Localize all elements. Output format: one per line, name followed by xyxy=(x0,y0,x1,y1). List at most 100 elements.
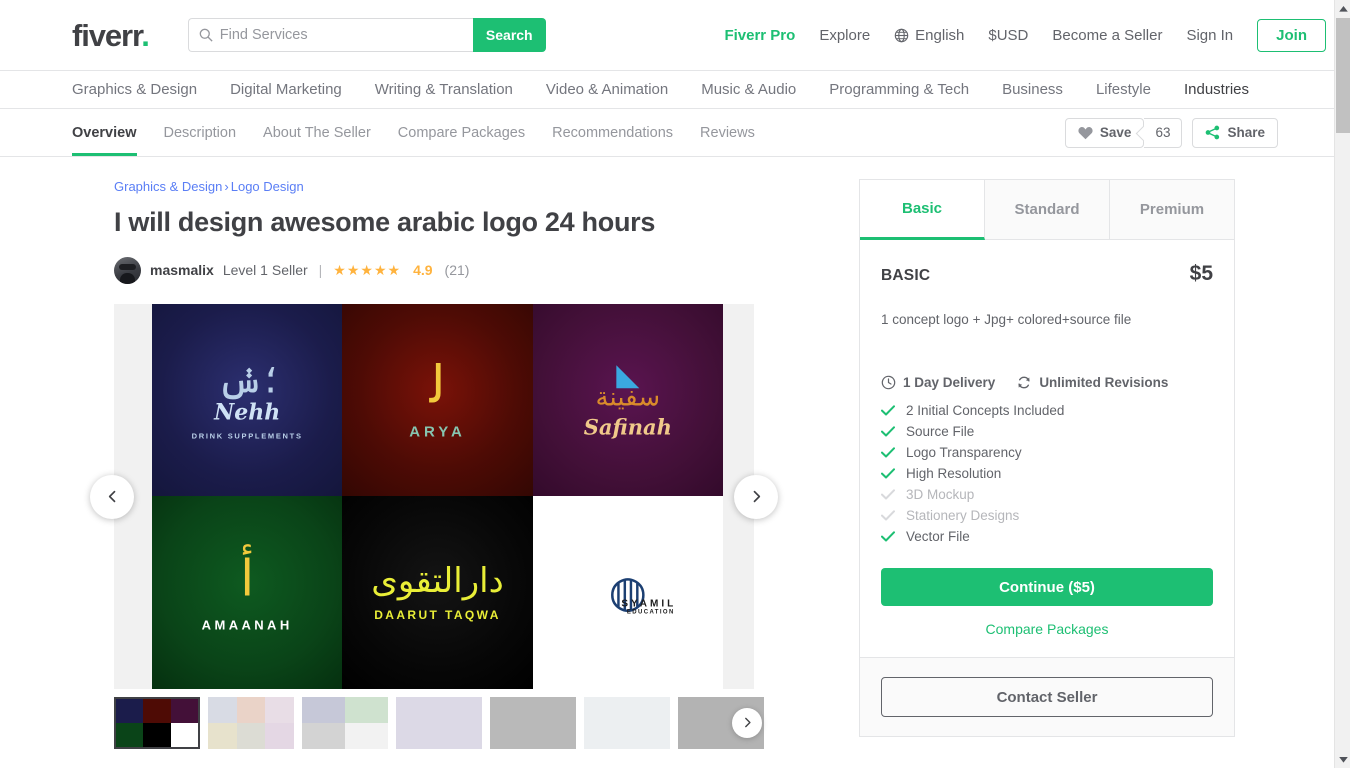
scrollbar-up-arrow[interactable] xyxy=(1335,0,1350,17)
share-icon xyxy=(1206,125,1220,140)
header-link-become-a-seller[interactable]: Become a Seller xyxy=(1052,27,1162,44)
page-title: I will design awesome arabic logo 24 hou… xyxy=(114,207,656,237)
breadcrumb-subcategory[interactable]: Logo Design xyxy=(231,179,304,194)
tab-recommendations[interactable]: Recommendations xyxy=(552,109,673,156)
seller-level: Level 1 Seller xyxy=(222,262,308,279)
package-description: 1 concept logo + Jpg+ colored+source fil… xyxy=(881,312,1132,327)
package-tabs: Basic Standard Premium xyxy=(860,180,1234,240)
join-button[interactable]: Join xyxy=(1257,18,1326,52)
gig-detail-column: Graphics & Design › Logo Design I will des… xyxy=(0,179,778,749)
search-form: Search xyxy=(187,18,546,52)
contact-seller-button[interactable]: Contact Seller xyxy=(881,677,1213,718)
check-icon xyxy=(881,468,895,479)
gallery-prev-button[interactable] xyxy=(90,474,134,519)
share-button[interactable]: Share xyxy=(1192,117,1278,148)
gallery-collage: ؛ݭ Nehh DRINK SUPPLEMENTS ﻟ ARYA ◣ سفينة… xyxy=(152,303,723,689)
logo-dot: . xyxy=(141,17,150,53)
tab-overview[interactable]: Overview xyxy=(72,109,137,156)
heart-icon xyxy=(1078,126,1093,139)
gallery-stage: ؛ݭ Nehh DRINK SUPPLEMENTS ﻟ ARYA ◣ سفينة… xyxy=(114,303,754,689)
gallery-thumbnail-4[interactable] xyxy=(396,696,482,749)
check-icon xyxy=(881,489,895,500)
page-scrollbar[interactable] xyxy=(1334,0,1350,768)
avatar[interactable] xyxy=(114,256,141,284)
feature-label: Vector File xyxy=(906,529,970,545)
feature-item: Vector File xyxy=(881,529,1213,544)
page-root: fiverr. Search Fiverr Pro Explore xyxy=(0,0,1350,768)
save-label: Save xyxy=(1099,125,1132,140)
gallery-tile-safinah[interactable]: ◣ سفينة Safinah xyxy=(532,303,723,497)
save-button[interactable]: Save xyxy=(1064,117,1145,148)
chevron-right-icon xyxy=(744,717,751,728)
tab-about-the-seller[interactable]: About The Seller xyxy=(263,109,371,156)
gig-gallery: ؛ݭ Nehh DRINK SUPPLEMENTS ﻟ ARYA ◣ سفينة… xyxy=(90,303,778,749)
category-music-audio[interactable]: Music & Audio xyxy=(701,81,796,98)
search-input[interactable] xyxy=(219,27,463,43)
logo-text: fiverr xyxy=(72,17,142,53)
package-tab-basic[interactable]: Basic xyxy=(860,180,985,240)
continue-button[interactable]: Continue ($5) xyxy=(881,568,1213,607)
save-count-badge: 63 xyxy=(1144,117,1183,148)
thumbnails-next-button[interactable] xyxy=(732,707,762,738)
check-icon xyxy=(881,447,895,458)
package-features: 2 Initial Concepts Included Source File … xyxy=(881,403,1213,544)
contact-seller-card: Contact Seller xyxy=(859,658,1235,738)
scrollbar-thumb[interactable] xyxy=(1336,18,1350,133)
rating-value: 4.9 xyxy=(413,262,433,279)
gallery-thumbnail-5[interactable] xyxy=(490,696,576,749)
compare-packages-link[interactable]: Compare Packages xyxy=(881,621,1213,637)
search-box[interactable] xyxy=(187,18,473,52)
header-link-currency[interactable]: $USD xyxy=(988,27,1028,44)
category-digital-marketing[interactable]: Digital Marketing xyxy=(230,81,342,98)
gallery-tile-daarut-taqwa[interactable]: دارالتقوى DAARUT TAQWA xyxy=(342,496,533,689)
header-link-fiverr-pro[interactable]: Fiverr Pro xyxy=(724,27,795,44)
feature-label: 2 Initial Concepts Included xyxy=(906,403,1065,419)
seller-name[interactable]: masmalix xyxy=(150,262,214,278)
package-tab-standard[interactable]: Standard xyxy=(985,180,1110,240)
gallery-tile-nehh[interactable]: ؛ݭ Nehh DRINK SUPPLEMENTS xyxy=(152,303,343,497)
category-programming-tech[interactable]: Programming & Tech xyxy=(829,81,969,98)
delivery-time: 1 Day Delivery xyxy=(881,375,995,390)
tab-compare-packages[interactable]: Compare Packages xyxy=(398,109,525,156)
feature-label: Stationery Designs xyxy=(906,508,1020,524)
category-video-animation[interactable]: Video & Animation xyxy=(546,81,668,98)
package-meta: 1 Day Delivery Unlimited Revisions xyxy=(881,375,1213,390)
header-link-sign-in[interactable]: Sign In xyxy=(1186,27,1233,44)
tab-reviews[interactable]: Reviews xyxy=(700,109,755,156)
gallery-thumbnail-6[interactable] xyxy=(584,696,670,749)
category-lifestyle[interactable]: Lifestyle xyxy=(1096,81,1151,98)
globe-icon xyxy=(894,28,909,42)
arabic-mark-icon: ﺃ xyxy=(240,549,255,607)
arabic-mark-icon: سفينة xyxy=(595,382,661,413)
header-link-language[interactable]: English xyxy=(894,27,964,44)
category-industries[interactable]: Industries xyxy=(1184,81,1249,98)
package-card: Basic Standard Premium BASIC $5 1 concep… xyxy=(859,179,1235,659)
feature-label: 3D Mockup xyxy=(906,487,975,503)
gallery-slide-name: SYAMIL xyxy=(621,598,677,609)
search-button[interactable]: Search xyxy=(472,18,546,52)
gallery-tile-amaanah[interactable]: ﺃ AMAANAH xyxy=(152,496,343,689)
chevron-left-icon xyxy=(108,491,115,503)
gallery-thumbnail-2[interactable] xyxy=(208,696,294,749)
scrollbar-down-arrow[interactable] xyxy=(1335,751,1350,768)
category-graphics-design[interactable]: Graphics & Design xyxy=(72,81,197,98)
gig-actions: Save 63 Share xyxy=(1064,117,1278,148)
gallery-tile-syamil[interactable]: ◍ SYAMIL EDUCATION xyxy=(532,496,723,689)
package-body: BASIC $5 1 concept logo + Jpg+ colored+s… xyxy=(860,240,1234,657)
category-writing-translation[interactable]: Writing & Translation xyxy=(375,81,513,98)
thumbnail-preview xyxy=(114,696,200,749)
gallery-thumbnail-1[interactable] xyxy=(114,696,200,749)
breadcrumb-category[interactable]: Graphics & Design xyxy=(114,179,222,194)
category-business[interactable]: Business xyxy=(1002,81,1063,98)
thumbnail-preview xyxy=(208,696,294,749)
gallery-next-button[interactable] xyxy=(734,474,778,519)
package-name: BASIC xyxy=(881,267,931,284)
gallery-tile-arya[interactable]: ﻟ ARYA xyxy=(342,303,533,497)
fiverr-logo[interactable]: fiverr. xyxy=(72,17,150,53)
gallery-thumbnail-3[interactable] xyxy=(302,696,388,749)
breadcrumb: Graphics & Design › Logo Design xyxy=(114,179,745,194)
header-link-explore[interactable]: Explore xyxy=(819,27,870,44)
tab-description[interactable]: Description xyxy=(164,109,237,156)
package-tab-premium[interactable]: Premium xyxy=(1110,180,1234,240)
package-price: $5 xyxy=(1189,262,1213,285)
